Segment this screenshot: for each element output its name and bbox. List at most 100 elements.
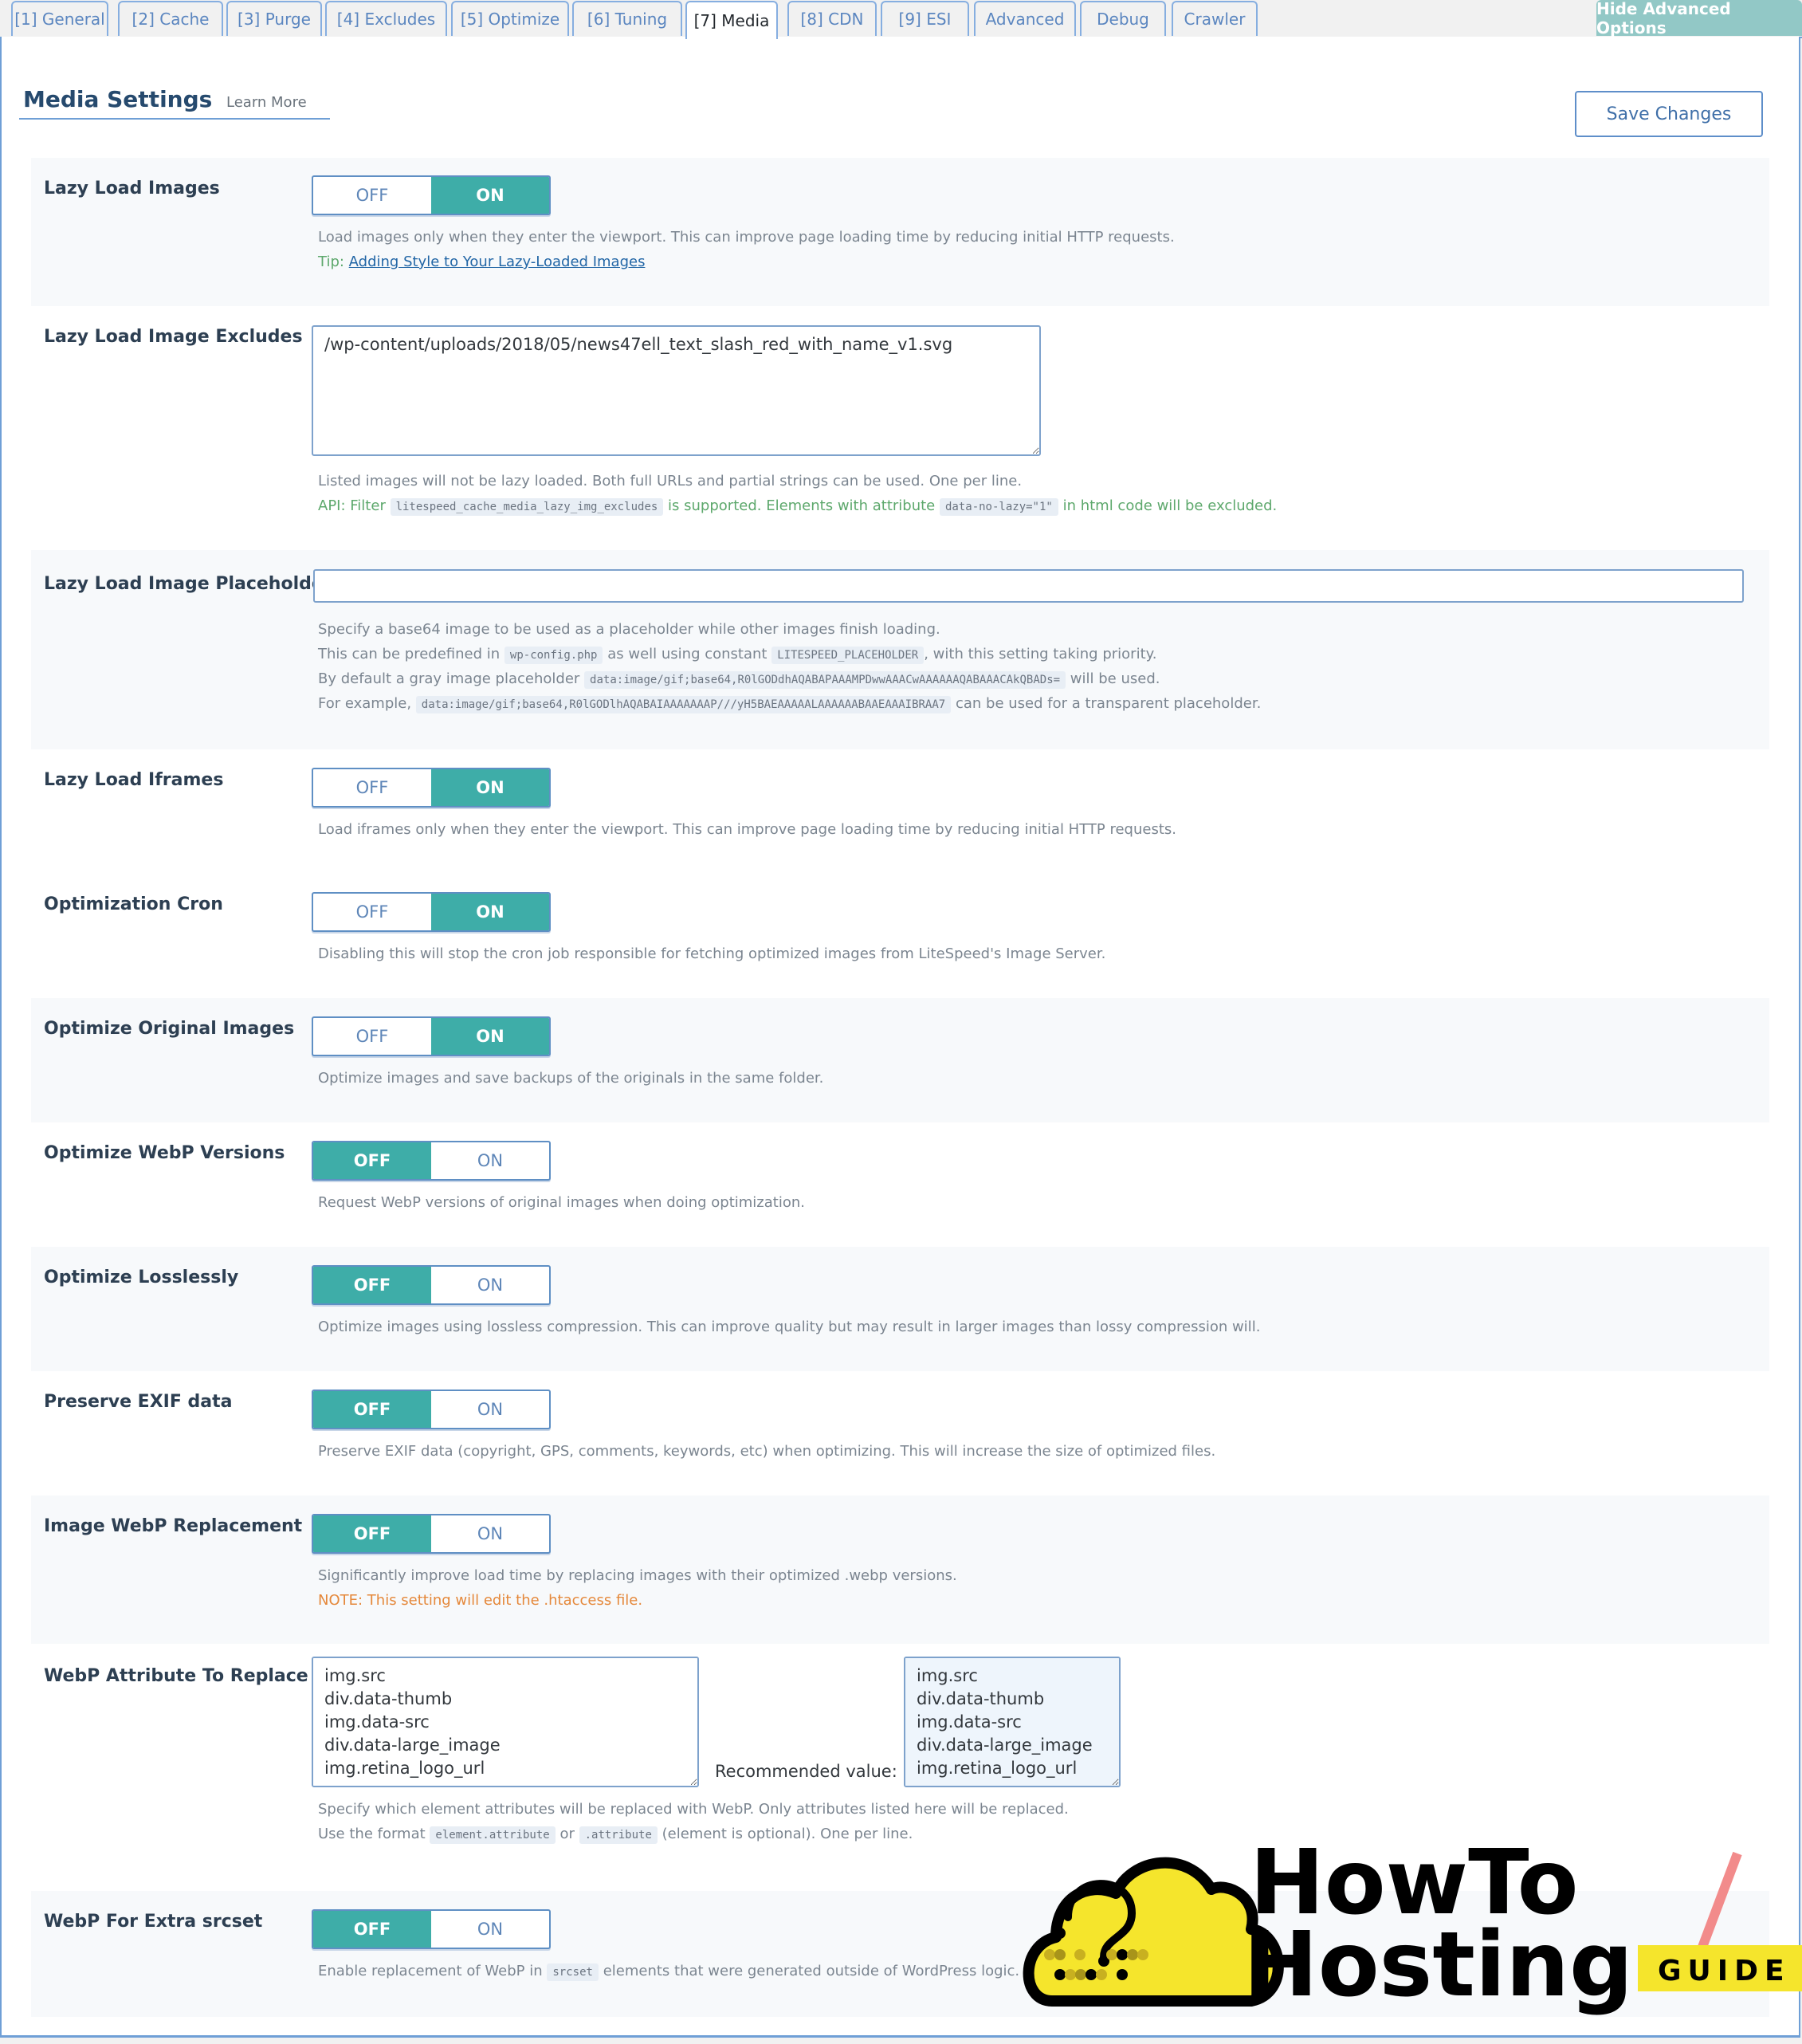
optimization-cron-toggle[interactable]: OFF ON — [312, 892, 551, 932]
tab-label: [4] Excludes — [336, 10, 436, 29]
toggle-on[interactable]: ON — [431, 1267, 549, 1303]
description-text: Significantly improve load time by repla… — [318, 1567, 957, 1584]
code-element-attribute: element.attribute — [430, 1826, 556, 1844]
tab-tuning[interactable]: [6] Tuning — [572, 1, 682, 36]
description-text: Enable replacement of WebP in — [318, 1963, 543, 1979]
setting-description: Optimize images and save backups of the … — [318, 1066, 823, 1091]
recommended-value-textarea[interactable]: img.src div.data-thumb img.data-src div.… — [904, 1657, 1121, 1787]
toggle-off[interactable]: OFF — [313, 1515, 431, 1552]
lazy-load-images-toggle[interactable]: OFF ON — [312, 175, 551, 215]
toggle-off[interactable]: OFF — [313, 177, 431, 214]
tip-prefix: Tip: — [318, 254, 344, 270]
toggle-off[interactable]: OFF — [313, 769, 431, 806]
setting-row-webp-attribute: WebP Attribute To Replace img.src div.da… — [31, 1644, 1769, 1844]
setting-description: Specify a base64 image to be used as a p… — [318, 617, 1261, 716]
tab-cdn[interactable]: [8] CDN — [787, 1, 877, 36]
setting-label: Optimize WebP Versions — [44, 1143, 285, 1163]
tip-link[interactable]: Adding Style to Your Lazy-Loaded Images — [349, 254, 646, 270]
description-text: Use the format — [318, 1826, 426, 1842]
description-text: Request WebP versions of original images… — [318, 1194, 805, 1211]
description-text: Optimize images and save backups of the … — [318, 1070, 824, 1087]
description-text: will be used. — [1070, 670, 1160, 687]
setting-label: Optimize Losslessly — [44, 1268, 239, 1287]
watermark-badge: GUIDE — [1658, 1955, 1791, 1987]
description-text: Listed images will not be lazy loaded. B… — [318, 473, 1023, 489]
tab-label: [1] General — [14, 10, 105, 29]
setting-description: Load images only when they enter the vie… — [318, 225, 1175, 274]
watermark-line2: Hosting — [1243, 1913, 1633, 2017]
setting-label: Image WebP Replacement — [44, 1516, 303, 1536]
api-prefix: API: Filter — [318, 497, 386, 514]
webp-srcset-toggle[interactable]: OFF ON — [312, 1909, 551, 1949]
tab-cache[interactable]: [2] Cache — [118, 1, 223, 36]
toggle-on[interactable]: ON — [431, 1018, 549, 1055]
setting-description: Specify which element attributes will be… — [318, 1797, 1069, 1846]
placeholder-input[interactable] — [313, 569, 1744, 603]
optimize-lossless-toggle[interactable]: OFF ON — [312, 1265, 551, 1305]
tab-label: Debug — [1097, 10, 1149, 29]
lazy-load-iframes-toggle[interactable]: OFF ON — [312, 768, 551, 808]
toggle-off[interactable]: OFF — [313, 1142, 431, 1179]
tab-general[interactable]: [1] General — [11, 1, 108, 36]
setting-row-preserve-exif: Preserve EXIF data OFF ON Preserve EXIF … — [31, 1371, 1769, 1496]
description-text: elements that were generated outside of … — [603, 1963, 1020, 1979]
setting-label: Lazy Load Image Excludes — [44, 327, 303, 347]
tab-excludes[interactable]: [4] Excludes — [325, 1, 447, 36]
toggle-off[interactable]: OFF — [313, 1267, 431, 1303]
description-text: Specify which element attributes will be… — [318, 1801, 1069, 1818]
toggle-on[interactable]: ON — [431, 1391, 549, 1428]
hide-advanced-options-button[interactable]: Hide Advanced Options — [1596, 0, 1802, 37]
tab-label: [2] Cache — [132, 10, 210, 29]
toggle-on[interactable]: ON — [431, 1515, 549, 1552]
setting-row-lazy-load-excludes: Lazy Load Image Excludes /wp-content/upl… — [31, 306, 1769, 550]
optimize-original-toggle[interactable]: OFF ON — [312, 1016, 551, 1056]
toggle-off[interactable]: OFF — [313, 1018, 431, 1055]
toggle-on[interactable]: ON — [431, 769, 549, 806]
tab-crawler[interactable]: Crawler — [1172, 1, 1258, 36]
description-text: By default a gray image placeholder — [318, 670, 580, 687]
description-text: or — [559, 1826, 575, 1842]
description-text: as well using constant — [607, 646, 768, 662]
setting-label: WebP Attribute To Replace — [44, 1666, 308, 1686]
code-attribute: .attribute — [579, 1826, 658, 1844]
setting-description: Significantly improve load time by repla… — [318, 1563, 957, 1613]
preserve-exif-toggle[interactable]: OFF ON — [312, 1390, 551, 1429]
tab-label: [6] Tuning — [587, 10, 668, 29]
tab-label: [3] Purge — [238, 10, 311, 29]
setting-row-lazy-load-iframes: Lazy Load Iframes OFF ON Load iframes on… — [31, 749, 1769, 874]
description-text: (element is optional). One per line. — [662, 1826, 913, 1842]
tab-debug[interactable]: Debug — [1080, 1, 1166, 36]
lazy-load-excludes-textarea[interactable]: /wp-content/uploads/2018/05/news47ell_te… — [312, 325, 1041, 456]
recommended-value-label: Recommended value: — [715, 1762, 897, 1781]
webp-replacement-toggle[interactable]: OFF ON — [312, 1514, 551, 1554]
tab-media[interactable]: [7] Media — [685, 1, 778, 39]
description-text: Preserve EXIF data (copyright, GPS, comm… — [318, 1443, 1216, 1460]
toggle-on[interactable]: ON — [431, 1142, 549, 1179]
setting-label: Lazy Load Image Placeholder — [44, 574, 332, 594]
tab-purge[interactable]: [3] Purge — [226, 1, 322, 36]
tab-esi[interactable]: [9] ESI — [881, 1, 969, 36]
setting-description: Disabling this will stop the cron job re… — [318, 941, 1105, 966]
save-changes-button[interactable]: Save Changes — [1575, 91, 1763, 137]
setting-label: Optimization Cron — [44, 894, 223, 914]
setting-row-optimize-original: Optimize Original Images OFF ON Optimize… — [31, 998, 1769, 1122]
toggle-on[interactable]: ON — [431, 894, 549, 930]
toggle-off[interactable]: OFF — [313, 1911, 431, 1948]
toggle-on[interactable]: ON — [431, 1911, 549, 1948]
optimize-webp-toggle[interactable]: OFF ON — [312, 1141, 551, 1181]
toggle-on[interactable]: ON — [431, 177, 549, 214]
webp-attribute-textarea[interactable]: img.src div.data-thumb img.data-src div.… — [312, 1657, 699, 1787]
tab-label: [5] Optimize — [460, 10, 560, 29]
setting-description: Load iframes only when they enter the vi… — [318, 817, 1176, 842]
learn-more-link[interactable]: Learn More — [226, 94, 307, 111]
toggle-off[interactable]: OFF — [313, 1391, 431, 1428]
setting-row-optimize-webp: Optimize WebP Versions OFF ON Request We… — [31, 1122, 1769, 1247]
toggle-off[interactable]: OFF — [313, 894, 431, 930]
tab-optimize[interactable]: [5] Optimize — [451, 1, 569, 36]
code-wp-config: wp-config.php — [504, 647, 603, 664]
tab-advanced[interactable]: Advanced — [974, 1, 1076, 36]
setting-row-lazy-load-images: Lazy Load Images OFF ON Load images only… — [31, 158, 1769, 306]
tab-bar: [1] General [2] Cache [3] Purge [4] Excl… — [0, 0, 1802, 39]
cloud-question-icon: HowTo Hosting GUIDE — [1023, 1831, 1802, 2017]
setting-description: Enable replacement of WebP in srcset ele… — [318, 1959, 1105, 1983]
